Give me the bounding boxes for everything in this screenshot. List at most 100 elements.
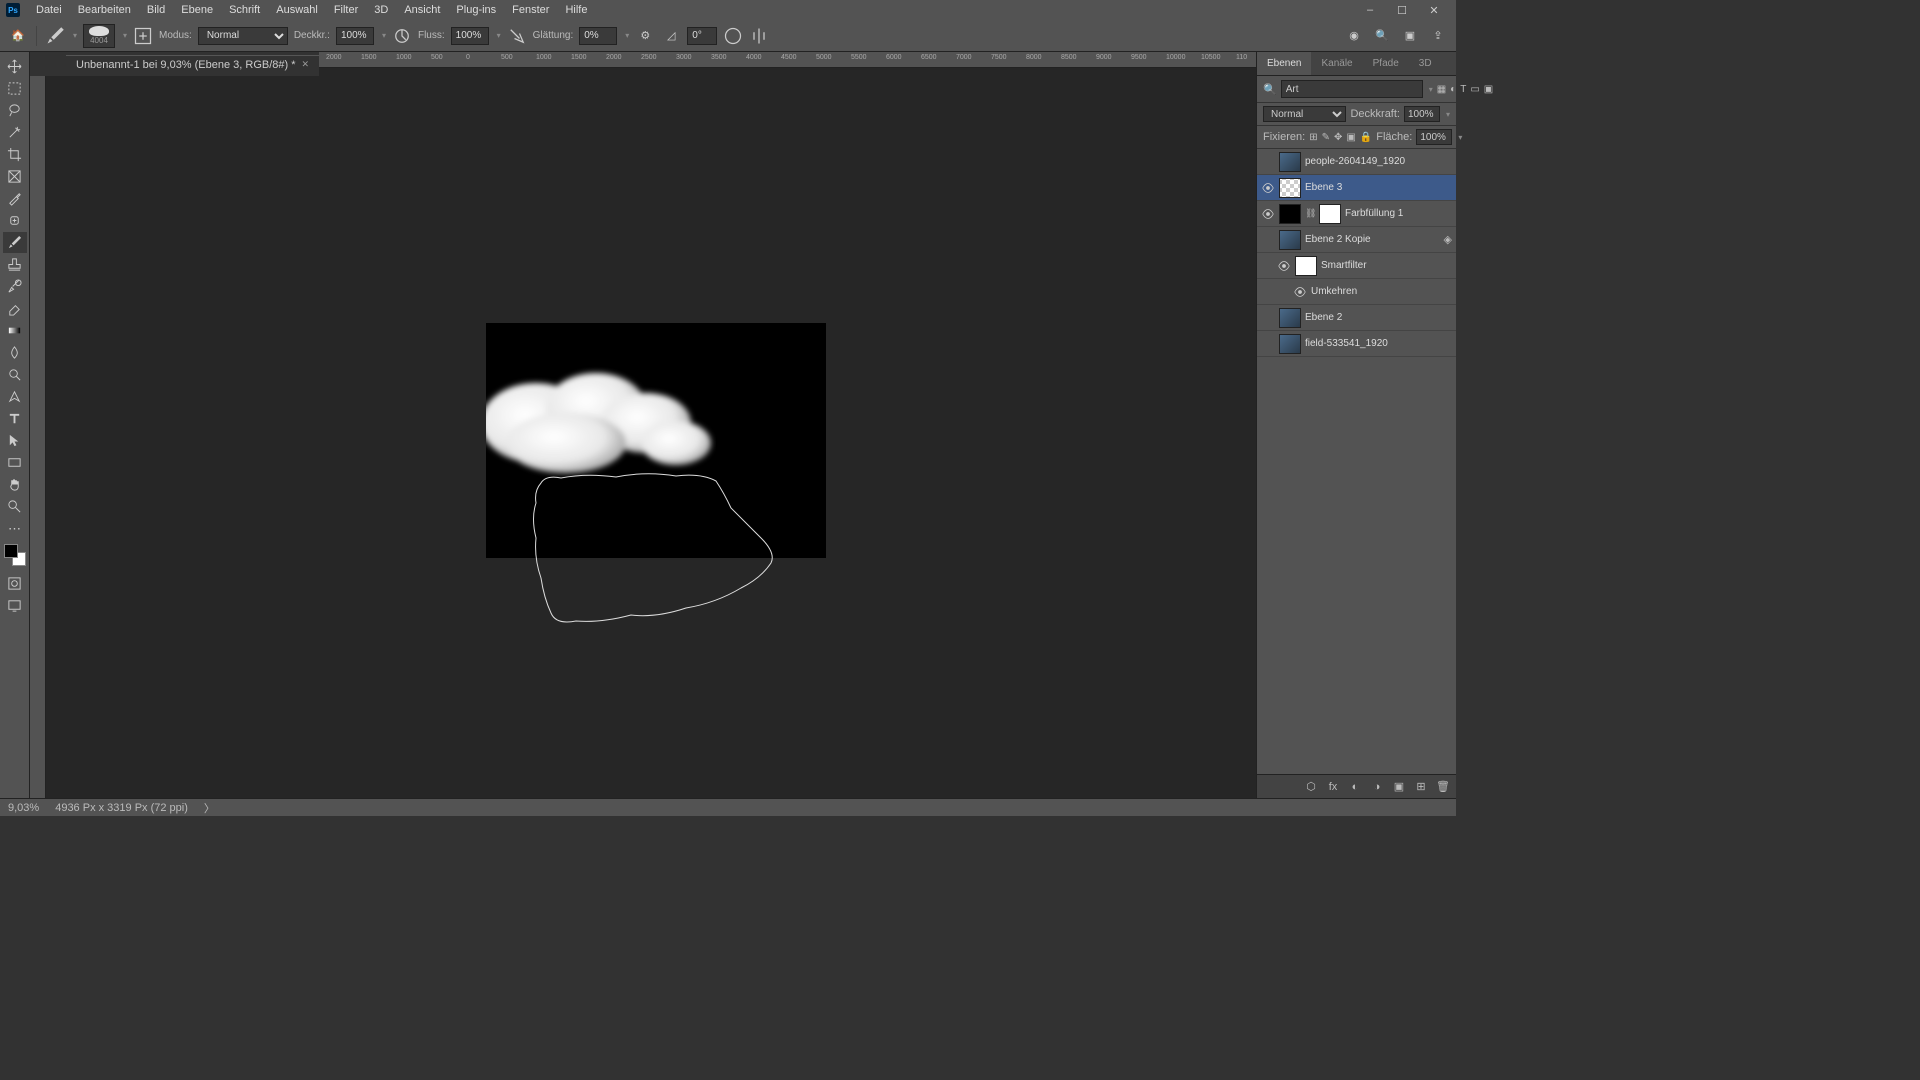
layer-name[interactable]: Ebene 2 Kopie: [1305, 234, 1371, 245]
chevron-down-icon[interactable]: ▾: [497, 31, 501, 40]
foreground-color-swatch[interactable]: [4, 544, 18, 558]
window-minimize[interactable]: –: [1354, 4, 1386, 16]
menu-bild[interactable]: Bild: [139, 0, 173, 20]
eraser-tool[interactable]: [3, 298, 27, 319]
visibility-toggle[interactable]: [1261, 311, 1275, 325]
crop-tool[interactable]: [3, 144, 27, 165]
menu-datei[interactable]: Datei: [28, 0, 70, 20]
history-brush-tool[interactable]: [3, 276, 27, 297]
chevron-down-icon[interactable]: ▾: [123, 31, 127, 40]
link-layers-icon[interactable]: ⬡: [1304, 780, 1318, 794]
screenmode-tool[interactable]: [3, 595, 27, 616]
menu-fenster[interactable]: Fenster: [504, 0, 557, 20]
chevron-down-icon[interactable]: ▾: [382, 31, 386, 40]
smoothing-input[interactable]: [579, 27, 617, 45]
ruler-vertical[interactable]: [30, 68, 46, 798]
dodge-tool[interactable]: [3, 364, 27, 385]
brush-tool-icon[interactable]: [45, 26, 65, 46]
menu-3d[interactable]: 3D: [366, 0, 396, 20]
trash-icon[interactable]: 🗑: [1436, 780, 1450, 794]
stamp-tool[interactable]: [3, 254, 27, 275]
layer-thumbnail[interactable]: [1295, 256, 1317, 276]
hand-tool[interactable]: [3, 474, 27, 495]
cloud-doc-icon[interactable]: ◉: [1344, 26, 1364, 46]
chevron-down-icon[interactable]: ▾: [73, 31, 77, 40]
visibility-toggle[interactable]: [1293, 285, 1307, 299]
layer-fill-input[interactable]: [1416, 129, 1452, 145]
path-select-tool[interactable]: [3, 430, 27, 451]
layer-row[interactable]: Ebene 3: [1257, 175, 1456, 201]
menu-hilfe[interactable]: Hilfe: [557, 0, 595, 20]
brush-settings-icon[interactable]: [133, 26, 153, 46]
flow-input[interactable]: [451, 27, 489, 45]
chevron-down-icon[interactable]: ▾: [625, 31, 629, 40]
layer-row[interactable]: field-533541_1920: [1257, 331, 1456, 357]
visibility-toggle[interactable]: [1261, 207, 1275, 221]
filter-type-icon[interactable]: T: [1460, 81, 1466, 97]
rectangle-tool[interactable]: [3, 452, 27, 473]
close-tab-icon[interactable]: ✕: [302, 59, 310, 70]
layer-row[interactable]: Ebene 2 Kopie◈: [1257, 227, 1456, 253]
tab-pfade[interactable]: Pfade: [1363, 52, 1409, 75]
symmetry-icon[interactable]: [749, 26, 769, 46]
blend-mode-select[interactable]: Normal: [198, 27, 288, 45]
layer-row[interactable]: Umkehren: [1257, 279, 1456, 305]
type-tool[interactable]: [3, 408, 27, 429]
layer-opacity-input[interactable]: [1404, 106, 1440, 122]
pressure-size-icon[interactable]: [723, 26, 743, 46]
lasso-tool[interactable]: [3, 100, 27, 121]
visibility-toggle[interactable]: [1277, 259, 1291, 273]
menu-filter[interactable]: Filter: [326, 0, 366, 20]
zoom-level[interactable]: 9,03%: [8, 802, 39, 814]
layer-row[interactable]: Smartfilter: [1257, 253, 1456, 279]
lock-move-icon[interactable]: ✥: [1334, 129, 1342, 145]
canvas-stage[interactable]: [46, 68, 1256, 798]
layer-name[interactable]: Umkehren: [1311, 286, 1357, 297]
healing-tool[interactable]: [3, 210, 27, 231]
document-tab[interactable]: Unbenannt-1 bei 9,03% (Ebene 3, RGB/8#) …: [66, 55, 319, 74]
filter-smart-icon[interactable]: ▣: [1484, 81, 1493, 97]
layer-name[interactable]: Ebene 3: [1305, 182, 1342, 193]
layer-mask-thumbnail[interactable]: [1319, 204, 1341, 224]
wand-tool[interactable]: [3, 122, 27, 143]
menu-ansicht[interactable]: Ansicht: [396, 0, 448, 20]
pen-tool[interactable]: [3, 386, 27, 407]
layer-name[interactable]: people-2604149_1920: [1305, 156, 1405, 167]
menu-plugins[interactable]: Plug-ins: [448, 0, 504, 20]
gradient-tool[interactable]: [3, 320, 27, 341]
window-close[interactable]: ✕: [1418, 4, 1450, 17]
filter-image-icon[interactable]: ▦: [1437, 81, 1446, 97]
lock-position-icon[interactable]: ✎: [1322, 129, 1330, 145]
angle-icon[interactable]: ◿: [661, 26, 681, 46]
home-icon[interactable]: 🏠: [8, 26, 28, 46]
move-tool[interactable]: [3, 56, 27, 77]
layer-filter-input[interactable]: [1281, 80, 1423, 98]
layer-name[interactable]: field-533541_1920: [1305, 338, 1388, 349]
filter-adjust-icon[interactable]: ◐: [1450, 81, 1456, 97]
brush-preset-picker[interactable]: 4004: [83, 24, 115, 48]
eyedropper-tool[interactable]: [3, 188, 27, 209]
layer-thumbnail[interactable]: [1279, 204, 1301, 224]
status-caret[interactable]: 〉: [204, 800, 215, 816]
layer-name[interactable]: Smartfilter: [1321, 260, 1367, 271]
brush-tool[interactable]: [3, 232, 27, 253]
menu-ebene[interactable]: Ebene: [173, 0, 221, 20]
lock-pixels-icon[interactable]: ⊞: [1309, 129, 1317, 145]
window-maximize[interactable]: ☐: [1386, 4, 1418, 17]
layer-blend-mode[interactable]: Normal: [1263, 106, 1346, 122]
lock-artboard-icon[interactable]: ▣: [1346, 129, 1355, 145]
opacity-input[interactable]: [336, 27, 374, 45]
visibility-toggle[interactable]: [1261, 181, 1275, 195]
layer-row[interactable]: people-2604149_1920: [1257, 149, 1456, 175]
chevron-down-icon[interactable]: ▾: [1429, 85, 1433, 94]
angle-input[interactable]: [687, 27, 717, 45]
layer-row[interactable]: Ebene 2: [1257, 305, 1456, 331]
link-icon[interactable]: ⛓: [1305, 208, 1315, 219]
filter-shape-icon[interactable]: ▭: [1470, 81, 1479, 97]
layer-thumbnail[interactable]: [1279, 334, 1301, 354]
pressure-opacity-icon[interactable]: [392, 26, 412, 46]
menu-auswahl[interactable]: Auswahl: [268, 0, 326, 20]
layer-thumbnail[interactable]: [1279, 230, 1301, 250]
menu-schrift[interactable]: Schrift: [221, 0, 268, 20]
frame-tool[interactable]: [3, 166, 27, 187]
